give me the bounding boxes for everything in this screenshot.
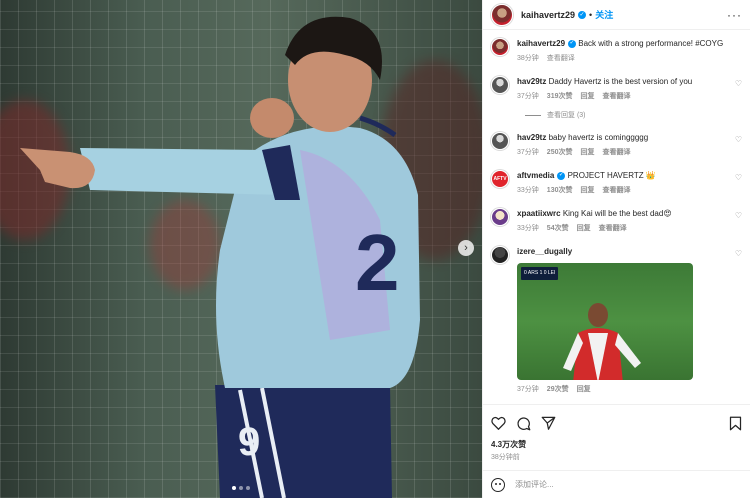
add-comment-input[interactable]: 添加评论... [515, 479, 554, 490]
comment-username[interactable]: izere__dugally [517, 247, 572, 256]
comment-text: King Kai will be the best dad😍 [562, 209, 672, 218]
view-replies-link[interactable]: 查看回复 (3) [525, 110, 742, 120]
add-comment-bar: 添加评论... [483, 470, 750, 498]
posted-time: 38分钟前 [491, 454, 520, 461]
author-username[interactable]: kaihavertz29 [521, 10, 575, 20]
post-photo: 2 9 › [0, 0, 482, 498]
emoji-icon[interactable] [491, 477, 505, 492]
bookmark-icon[interactable] [729, 416, 742, 431]
commenter-avatar[interactable] [491, 76, 509, 94]
author-avatar[interactable] [491, 38, 509, 56]
caption-username[interactable]: kaihavertz29 [517, 39, 565, 48]
heart-icon[interactable]: ♡ [735, 210, 742, 221]
chevron-right-icon: › [464, 242, 468, 254]
list-item: xpaatiixwrc King Kai will be the best da… [491, 208, 742, 234]
comment-username[interactable]: hav29tz [517, 77, 546, 86]
author-avatar[interactable] [491, 3, 513, 26]
comment-time: 37分钟 [517, 386, 539, 393]
comment-username[interactable]: hav29tz [517, 133, 546, 142]
reply-button[interactable]: 回复 [577, 223, 591, 234]
list-item: hav29tz baby havertz is cominggggg 37分钟 … [491, 132, 742, 158]
post-sidebar: kaihavertz29 ✓ • 关注 ··· kaihavertz29 ✓ Ba… [482, 0, 750, 498]
commenter-avatar[interactable] [491, 132, 509, 150]
comment-gif[interactable]: 0 ARS 1 0 LEI [517, 263, 693, 380]
caption-time: 38分钟 [517, 55, 539, 62]
player-illustration: 2 9 [20, 16, 420, 498]
see-translation-link[interactable]: 查看翻译 [602, 185, 630, 196]
more-options-icon[interactable]: ··· [727, 8, 742, 22]
comment-username[interactable]: aftvmedia [517, 171, 554, 180]
comment-username[interactable]: xpaatiixwrc [517, 209, 561, 218]
comment-time: 33分钟 [517, 187, 539, 194]
list-item: hav29tz Daddy Havertz is the best versio… [491, 76, 742, 102]
heart-icon[interactable]: ♡ [735, 134, 742, 145]
svg-text:2: 2 [355, 218, 400, 307]
next-photo-button[interactable]: › [458, 240, 474, 256]
instagram-post-dialog: 2 9 › kaihavertz29 ✓ • 关注 ··· kaihavertz… [0, 0, 750, 498]
carousel-indicator [232, 486, 250, 490]
comment-icon[interactable] [516, 416, 531, 431]
scoreboard: 0 ARS 1 0 LEI [521, 267, 559, 280]
comment-likes[interactable]: 54次赞 [547, 223, 569, 234]
heart-icon[interactable] [491, 416, 506, 430]
comment-text: Daddy Havertz is the best version of you [548, 77, 693, 86]
see-translation-link[interactable]: 查看翻译 [602, 91, 630, 102]
comments-list: kaihavertz29 ✓ Back with a strong perform… [483, 30, 750, 404]
follow-button[interactable]: 关注 [595, 8, 613, 21]
see-translation-link[interactable]: 查看翻译 [602, 147, 630, 158]
reply-button[interactable]: 回复 [580, 91, 594, 102]
share-icon[interactable] [541, 416, 556, 430]
comment-likes[interactable]: 319次赞 [547, 91, 573, 102]
comment-likes[interactable]: 130次赞 [547, 185, 573, 196]
post-actions: 4.3万次赞 38分钟前 [483, 404, 750, 462]
verified-icon: ✓ [568, 39, 577, 48]
commenter-avatar[interactable] [491, 246, 509, 264]
heart-icon[interactable]: ♡ [735, 78, 742, 89]
comment-time: 37分钟 [517, 149, 539, 156]
reply-button[interactable]: 回复 [580, 147, 594, 158]
caption-text: Back with a strong performance! #COYG [578, 39, 724, 48]
comment-time: 37分钟 [517, 93, 539, 100]
svg-text:9: 9 [238, 420, 260, 464]
list-item: AFTV aftvmedia ✓ PROJECT HAVERTZ 👑 33分钟 1… [491, 170, 742, 196]
likes-count[interactable]: 4.3万次赞 [491, 439, 742, 450]
see-translation-link[interactable]: 查看翻译 [599, 223, 627, 234]
comment-text: baby havertz is cominggggg [548, 133, 649, 142]
caption: kaihavertz29 ✓ Back with a strong perform… [491, 38, 742, 64]
reply-button[interactable]: 回复 [577, 384, 591, 395]
see-translation-link[interactable]: 查看翻译 [547, 53, 575, 64]
post-header: kaihavertz29 ✓ • 关注 ··· [483, 0, 750, 30]
comment-time: 33分钟 [517, 225, 539, 232]
heart-icon[interactable]: ♡ [735, 172, 742, 183]
commenter-avatar[interactable] [491, 208, 509, 226]
comment-likes[interactable]: 29次赞 [547, 384, 569, 395]
commenter-avatar[interactable]: AFTV [491, 170, 509, 188]
comment-text: PROJECT HAVERTZ 👑 [567, 171, 656, 180]
verified-icon: ✓ [578, 10, 587, 19]
gif-player-figure [563, 303, 641, 380]
heart-icon[interactable]: ♡ [735, 248, 742, 259]
reply-button[interactable]: 回复 [580, 185, 594, 196]
list-item: izere__dugally 0 ARS 1 0 LEI 37分钟 29次赞 回… [491, 246, 742, 395]
comment-likes[interactable]: 250次赞 [547, 147, 573, 158]
verified-icon: ✓ [557, 171, 566, 180]
